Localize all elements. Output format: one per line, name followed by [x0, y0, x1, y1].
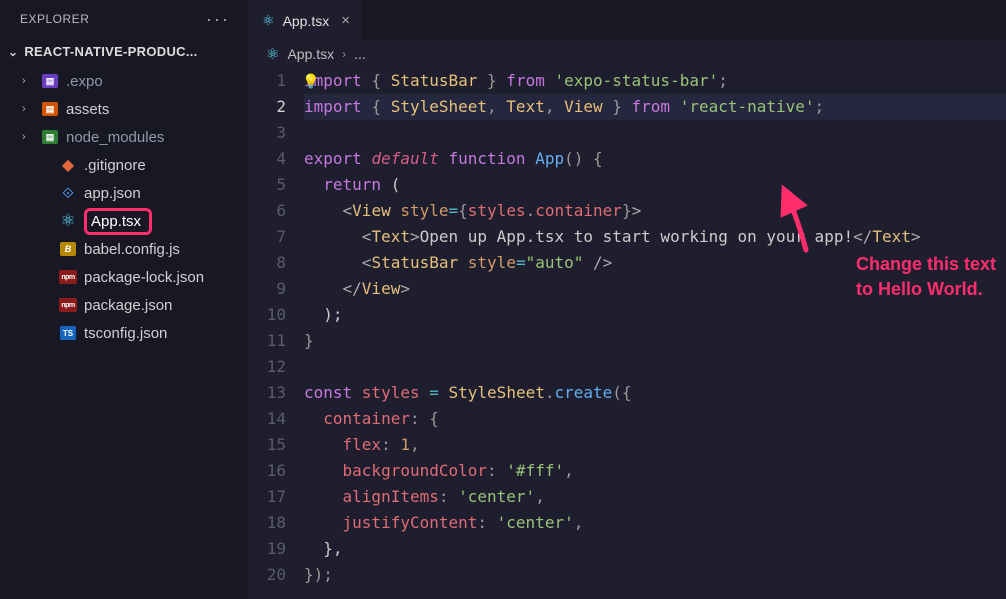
line-number: 6 — [248, 198, 286, 224]
react-icon: ⚛ — [266, 45, 279, 63]
line-number: 4 — [248, 146, 286, 172]
line-number: 14 — [248, 406, 286, 432]
line-number: 13 — [248, 380, 286, 406]
line-number: 1 — [248, 68, 286, 94]
line-gutter: 1234567891011121314151617181920 — [248, 68, 304, 599]
code-line[interactable]: ); — [304, 302, 1006, 328]
tree-item-label: tsconfig.json — [84, 325, 167, 342]
file-tsconfig-json[interactable]: TS tsconfig.json — [0, 319, 248, 347]
tree-item-label: .expo — [66, 73, 103, 90]
tree-item-label: package-lock.json — [84, 269, 204, 286]
code-line[interactable]: <View style={styles.container}> — [304, 198, 1006, 224]
tree-item-label: App.tsx — [84, 208, 152, 235]
chevron-right-icon: › — [22, 131, 36, 143]
code-line[interactable]: import { StyleSheet, Text, View } from '… — [304, 94, 1006, 120]
line-number: 5 — [248, 172, 286, 198]
explorer-sidebar: EXPLORER ··· ⌄ REACT-NATIVE-PRODUC... › ▤… — [0, 0, 248, 599]
code-line[interactable]: const styles = StyleSheet.create({ — [304, 380, 1006, 406]
line-number: 2 — [248, 94, 286, 120]
git-icon: ◆ — [58, 155, 78, 175]
line-number: 20 — [248, 562, 286, 588]
chevron-right-icon: › — [342, 47, 346, 61]
code-line[interactable] — [304, 120, 1006, 146]
line-number: 11 — [248, 328, 286, 354]
code-line[interactable]: <Text>Open up App.tsx to start working o… — [304, 224, 1006, 250]
code-content[interactable]: 💡import { StatusBar } from 'expo-status-… — [304, 68, 1006, 599]
breadcrumb-file: App.tsx — [287, 46, 334, 62]
file-app-tsx[interactable]: ⚛ App.tsx — [0, 207, 248, 235]
line-number: 7 — [248, 224, 286, 250]
line-number: 17 — [248, 484, 286, 510]
explorer-header: EXPLORER ··· — [0, 0, 248, 38]
file-package-lock-json[interactable]: npm package-lock.json — [0, 263, 248, 291]
tab-bar: ⚛ App.tsx × — [248, 0, 1006, 40]
line-number: 12 — [248, 354, 286, 380]
file--gitignore[interactable]: ◆ .gitignore — [0, 151, 248, 179]
code-line[interactable]: }); — [304, 562, 1006, 588]
code-line[interactable]: 💡import { StatusBar } from 'expo-status-… — [304, 68, 1006, 94]
line-number: 10 — [248, 302, 286, 328]
expo-folder-icon: ▤ — [40, 74, 60, 88]
code-line[interactable]: alignItems: 'center', — [304, 484, 1006, 510]
line-number: 16 — [248, 458, 286, 484]
tree-item-label: app.json — [84, 185, 141, 202]
code-line[interactable] — [304, 354, 1006, 380]
code-line[interactable]: <StatusBar style="auto" /> — [304, 250, 1006, 276]
file-package-json[interactable]: npm package.json — [0, 291, 248, 319]
code-line[interactable]: return ( — [304, 172, 1006, 198]
line-number: 3 — [248, 120, 286, 146]
tree-item-label: assets — [66, 101, 109, 118]
lightbulb-icon[interactable]: 💡 — [302, 69, 319, 95]
assets-folder-icon: ▤ — [40, 102, 60, 116]
line-number: 8 — [248, 250, 286, 276]
tree-item-label: node_modules — [66, 129, 164, 146]
npm-icon: npm — [58, 270, 78, 284]
folder-node-modules[interactable]: › ▤ node_modules — [0, 123, 248, 151]
folder-assets[interactable]: › ▤ assets — [0, 95, 248, 123]
code-line[interactable]: justifyContent: 'center', — [304, 510, 1006, 536]
line-number: 9 — [248, 276, 286, 302]
chevron-right-icon: › — [22, 103, 36, 115]
breadcrumb[interactable]: ⚛ App.tsx › ... — [248, 40, 1006, 68]
code-editor[interactable]: 1234567891011121314151617181920 💡import … — [248, 68, 1006, 599]
json-app-icon: ⟐ — [58, 185, 78, 202]
node-modules-folder-icon: ▤ — [40, 130, 60, 144]
react-icon: ⚛ — [58, 211, 78, 231]
explorer-label: EXPLORER — [20, 12, 89, 26]
code-line[interactable]: flex: 1, — [304, 432, 1006, 458]
chevron-right-icon: › — [22, 75, 36, 87]
tab-app-tsx[interactable]: ⚛ App.tsx × — [248, 0, 362, 40]
file-tree: › ▤ .expo › ▤ assets › ▤ node_modules ◆ .gitignore… — [0, 65, 248, 599]
close-icon[interactable]: × — [341, 12, 350, 29]
explorer-more-icon[interactable]: ··· — [206, 10, 230, 28]
breadcrumb-rest: ... — [354, 46, 366, 62]
tree-item-label: babel.config.js — [84, 241, 180, 258]
chevron-down-icon: ⌄ — [8, 45, 18, 59]
folder--expo[interactable]: › ▤ .expo — [0, 67, 248, 95]
tree-item-label: .gitignore — [84, 157, 146, 174]
line-number: 19 — [248, 536, 286, 562]
code-line[interactable]: } — [304, 328, 1006, 354]
tab-label: App.tsx — [283, 13, 330, 29]
ts-icon: TS — [58, 326, 78, 340]
line-number: 18 — [248, 510, 286, 536]
tree-item-label: package.json — [84, 297, 172, 314]
react-icon: ⚛ — [262, 12, 275, 29]
code-line[interactable]: </View> — [304, 276, 1006, 302]
project-header[interactable]: ⌄ REACT-NATIVE-PRODUC... — [0, 38, 248, 65]
code-line[interactable]: container: { — [304, 406, 1006, 432]
code-line[interactable]: }, — [304, 536, 1006, 562]
code-line[interactable]: export default function App() { — [304, 146, 1006, 172]
babel-icon: B — [58, 242, 78, 256]
line-number: 15 — [248, 432, 286, 458]
file-app-json[interactable]: ⟐ app.json — [0, 179, 248, 207]
file-babel-config-js[interactable]: Bbabel.config.js — [0, 235, 248, 263]
project-name: REACT-NATIVE-PRODUC... — [24, 44, 197, 59]
code-line[interactable]: backgroundColor: '#fff', — [304, 458, 1006, 484]
editor-area: ⚛ App.tsx × ⚛ App.tsx › ... 123456789101… — [248, 0, 1006, 599]
npm-icon: npm — [58, 298, 78, 312]
